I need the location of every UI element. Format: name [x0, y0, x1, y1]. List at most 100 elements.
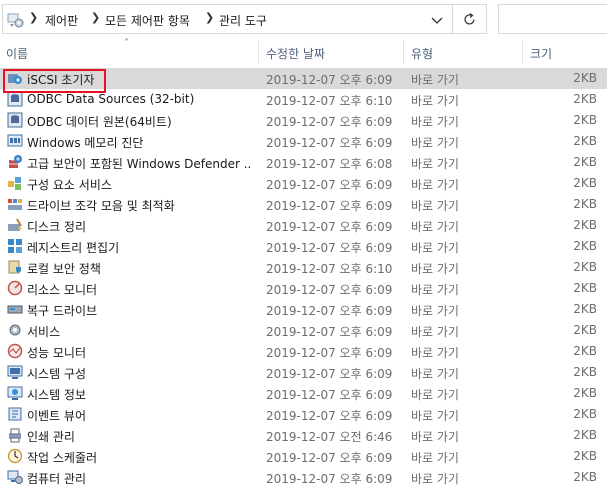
column-divider[interactable] [403, 40, 404, 64]
file-name: 작업 스케줄러 [27, 451, 98, 465]
odbc-icon [7, 112, 23, 128]
iscsi-icon [8, 74, 22, 84]
file-row[interactable]: 디스크 정리 2019-12-07 오후 6:09 바로 가기 2KB [0, 215, 607, 236]
file-modified-date: 2019-12-07 오후 6:09 [266, 136, 393, 150]
column-header-modified[interactable]: 수정한 날짜 [266, 45, 325, 62]
file-row[interactable]: 시스템 정보 2019-12-07 오후 6:09 바로 가기 2KB [0, 383, 607, 404]
print-management-icon [9, 428, 21, 443]
services-icon [9, 324, 21, 336]
file-type: 바로 가기 [411, 136, 459, 150]
file-size: 2KB [573, 71, 597, 85]
file-type: 바로 가기 [411, 73, 459, 87]
file-modified-date: 2019-12-07 오후 6:09 [266, 472, 393, 486]
file-name: 리소스 모니터 [27, 283, 98, 297]
odbc-icon [7, 91, 23, 107]
system-info-icon [7, 386, 23, 400]
file-type: 바로 가기 [411, 304, 459, 318]
address-bar[interactable]: ❯ 제어판 ❯ 모든 제어판 항목 ❯ 관리 도구 [2, 4, 453, 34]
file-size: 2KB [573, 365, 597, 379]
file-size: 2KB [573, 386, 597, 400]
file-size: 2KB [573, 197, 597, 211]
defrag-icon [8, 199, 22, 210]
file-name: 시스템 구성 [27, 367, 87, 381]
file-size: 2KB [573, 92, 597, 106]
file-name: Windows 메모리 진단 [27, 136, 144, 150]
file-size: 2KB [573, 134, 597, 148]
refresh-button[interactable] [453, 4, 487, 34]
file-modified-date: 2019-12-07 오전 6:46 [266, 430, 393, 444]
file-row[interactable]: 고급 보안이 포함된 Windows Defender ... 2019-12-0… [0, 152, 607, 173]
breadcrumb-chevron-icon[interactable]: ❯ [91, 11, 100, 24]
file-name: 시스템 정보 [27, 388, 87, 402]
file-name: 디스크 정리 [27, 220, 87, 234]
file-row[interactable]: 성능 모니터 2019-12-07 오후 6:09 바로 가기 2KB [0, 341, 607, 362]
performance-monitor-icon [7, 343, 23, 359]
file-modified-date: 2019-12-07 오후 6:09 [266, 325, 393, 339]
file-name: ODBC 데이터 원본(64비트) [27, 115, 172, 129]
breadcrumb-control-panel[interactable]: 제어판 [45, 12, 78, 29]
file-modified-date: 2019-12-07 오후 6:09 [266, 304, 393, 318]
file-row[interactable]: ODBC 데이터 원본(64비트) 2019-12-07 오후 6:09 바로 가기… [0, 110, 607, 131]
file-name: 복구 드라이브 [27, 304, 98, 318]
disk-cleanup-icon [8, 218, 22, 231]
file-modified-date: 2019-12-07 오후 6:10 [266, 262, 393, 276]
file-row[interactable]: 복구 드라이브 2019-12-07 오후 6:09 바로 가기 2KB [0, 299, 607, 320]
file-type: 바로 가기 [411, 325, 459, 339]
file-type: 바로 가기 [411, 262, 459, 276]
file-row[interactable]: Windows 메모리 진단 2019-12-07 오후 6:09 바로 가기 2KB [0, 131, 607, 152]
file-modified-date: 2019-12-07 오후 6:09 [266, 367, 393, 381]
file-name: 구성 요소 서비스 [27, 178, 112, 192]
recovery-drive-icon [7, 305, 23, 314]
file-modified-date: 2019-12-07 오후 6:09 [266, 220, 393, 234]
breadcrumb-all-items[interactable]: 모든 제어판 항목 [105, 12, 190, 29]
file-name: 서비스 [27, 325, 61, 339]
file-type: 바로 가기 [411, 178, 459, 192]
column-header-size[interactable]: 크기 [530, 45, 552, 62]
file-row[interactable]: 인쇄 관리 2019-12-07 오전 6:46 바로 가기 2KB [0, 425, 607, 446]
file-modified-date: 2019-12-07 오후 6:09 [266, 388, 393, 402]
file-row[interactable]: 구성 요소 서비스 2019-12-07 오후 6:09 바로 가기 2KB [0, 173, 607, 194]
file-row[interactable]: 드라이브 조각 모음 및 최적화 2019-12-07 오후 6:09 바로 가기 2… [0, 194, 607, 215]
column-header-name[interactable]: 이름 [6, 45, 28, 62]
file-name: 컴퓨터 관리 [27, 472, 87, 486]
file-row[interactable]: 레지스트리 편집기 2019-12-07 오후 6:09 바로 가기 2KB [0, 236, 607, 257]
file-type: 바로 가기 [411, 241, 459, 255]
file-row[interactable]: 리소스 모니터 2019-12-07 오후 6:09 바로 가기 2KB [0, 278, 607, 299]
file-modified-date: 2019-12-07 오후 6:09 [266, 346, 393, 360]
file-modified-date: 2019-12-07 오후 6:08 [266, 157, 393, 171]
breadcrumb-admin-tools[interactable]: 관리 도구 [219, 12, 267, 29]
file-name: 인쇄 관리 [27, 430, 75, 444]
file-row[interactable]: 서비스 2019-12-07 오후 6:09 바로 가기 2KB [0, 320, 607, 341]
file-size: 2KB [573, 239, 597, 253]
file-name: ODBC Data Sources (32-bit) [27, 92, 195, 106]
file-row[interactable]: iSCSI 초기자 2019-12-07 오후 6:09 바로 가기 2KB [0, 68, 607, 89]
file-type: 바로 가기 [411, 346, 459, 360]
breadcrumb-chevron-icon[interactable]: ❯ [29, 11, 38, 24]
firewall-icon [9, 155, 22, 168]
file-row[interactable]: ODBC Data Sources (32-bit) 2019-12-07 오후 … [0, 89, 607, 110]
resource-monitor-icon [7, 280, 23, 296]
component-services-icon [8, 177, 21, 190]
breadcrumb-chevron-icon[interactable]: ❯ [205, 11, 214, 24]
file-modified-date: 2019-12-07 오후 6:09 [266, 73, 393, 87]
column-header-type[interactable]: 유형 [411, 45, 433, 62]
column-divider[interactable] [258, 40, 259, 64]
file-row[interactable]: 작업 스케줄러 2019-12-07 오후 6:09 바로 가기 2KB [0, 446, 607, 467]
file-size: 2KB [573, 302, 597, 316]
file-modified-date: 2019-12-07 오후 6:09 [266, 283, 393, 297]
file-name: 레지스트리 편집기 [27, 241, 120, 255]
column-divider[interactable] [522, 40, 523, 64]
file-type: 바로 가기 [411, 388, 459, 402]
file-row[interactable]: 컴퓨터 관리 2019-12-07 오후 6:09 바로 가기 2KB [0, 467, 607, 488]
file-row[interactable]: 로컬 보안 정책 2019-12-07 오후 6:10 바로 가기 2KB [0, 257, 607, 278]
file-row[interactable]: 시스템 구성 2019-12-07 오후 6:09 바로 가기 2KB [0, 362, 607, 383]
file-row[interactable]: 이벤트 뷰어 2019-12-07 오후 6:09 바로 가기 2KB [0, 404, 607, 425]
file-size: 2KB [573, 428, 597, 442]
file-name: 이벤트 뷰어 [27, 409, 87, 423]
file-size: 2KB [573, 113, 597, 127]
file-size: 2KB [573, 344, 597, 358]
chevron-down-icon[interactable] [430, 13, 444, 27]
file-name: 드라이브 조각 모음 및 최적화 [27, 199, 175, 213]
search-input[interactable] [498, 4, 607, 34]
file-size: 2KB [573, 323, 597, 337]
